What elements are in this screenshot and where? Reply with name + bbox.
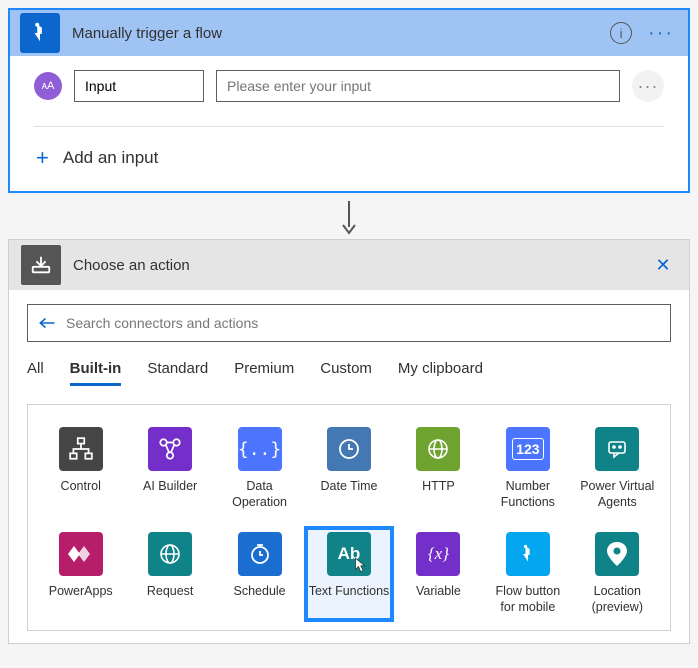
flow-arrow — [8, 197, 690, 239]
connector-label: Data Operation — [219, 479, 301, 510]
connector-label: Variable — [416, 584, 461, 600]
connector-panel: Control AI Builder {..} Data O — [27, 404, 671, 631]
search-box[interactable] — [27, 304, 671, 342]
trigger-card: Manually trigger a flow i ··· ᴀA ··· + A… — [8, 8, 690, 193]
http-icon — [416, 427, 460, 471]
connector-label: AI Builder — [143, 479, 197, 495]
input-name-field[interactable] — [74, 70, 204, 102]
connector-text-functions[interactable]: Ab Text Functions — [306, 528, 392, 619]
connector-label: Power Virtual Agents — [576, 479, 658, 510]
connector-number-functions[interactable]: 123 Number Functions — [485, 423, 571, 514]
schedule-icon — [238, 532, 282, 576]
connector-label: PowerApps — [49, 584, 113, 600]
text-type-icon: ᴀA — [34, 72, 62, 100]
connector-label: Date Time — [321, 479, 378, 495]
back-arrow-icon — [38, 315, 56, 331]
data-operation-icon: {..} — [238, 427, 282, 471]
input-value-field[interactable] — [216, 70, 620, 102]
plus-icon: + — [36, 145, 49, 171]
date-time-icon — [327, 427, 371, 471]
connector-label: Text Functions — [309, 584, 390, 600]
trigger-header: Manually trigger a flow i ··· — [10, 10, 688, 56]
number-functions-icon: 123 — [506, 427, 550, 471]
close-icon[interactable]: ✕ — [649, 255, 677, 276]
tab-my-clipboard[interactable]: My clipboard — [398, 360, 483, 386]
connector-label: Control — [61, 479, 101, 495]
action-icon — [21, 245, 61, 285]
action-title: Choose an action — [73, 257, 649, 274]
connector-label: Request — [147, 584, 194, 600]
connector-grid: Control AI Builder {..} Data O — [36, 423, 662, 620]
power-virtual-agents-icon — [595, 427, 639, 471]
variable-icon: {x} — [416, 532, 460, 576]
connector-powerapps[interactable]: PowerApps — [38, 528, 124, 619]
trigger-more-button[interactable]: ··· — [644, 22, 678, 45]
add-input-label: Add an input — [63, 148, 158, 168]
trigger-body: ᴀA ··· + Add an input — [10, 56, 688, 191]
add-input-button[interactable]: + Add an input — [34, 141, 664, 183]
connector-variable[interactable]: {x} Variable — [395, 528, 481, 619]
trigger-title: Manually trigger a flow — [72, 25, 610, 42]
powerapps-icon — [59, 532, 103, 576]
connector-data-operation[interactable]: {..} Data Operation — [217, 423, 303, 514]
connector-request[interactable]: Request — [127, 528, 213, 619]
input-row-more-button[interactable]: ··· — [632, 70, 664, 102]
connector-label: Schedule — [234, 584, 286, 600]
connector-ai-builder[interactable]: AI Builder — [127, 423, 213, 514]
request-icon — [148, 532, 192, 576]
connector-label: Flow button for mobile — [487, 584, 569, 615]
text-functions-icon: Ab — [327, 532, 371, 576]
input-row: ᴀA ··· — [34, 70, 664, 102]
tab-standard[interactable]: Standard — [147, 360, 208, 386]
connector-power-virtual-agents[interactable]: Power Virtual Agents — [574, 423, 660, 514]
action-card: Choose an action ✕ All Built-in Standard… — [8, 239, 690, 644]
connector-label: Number Functions — [487, 479, 569, 510]
connector-control[interactable]: Control — [38, 423, 124, 514]
connector-http[interactable]: HTTP — [395, 423, 481, 514]
connector-date-time[interactable]: Date Time — [306, 423, 392, 514]
tab-custom[interactable]: Custom — [320, 360, 372, 386]
connector-flow-button-mobile[interactable]: Flow button for mobile — [485, 528, 571, 619]
connector-label: HTTP — [422, 479, 455, 495]
flow-button-mobile-icon — [506, 532, 550, 576]
tab-built-in[interactable]: Built-in — [70, 360, 122, 386]
tab-premium[interactable]: Premium — [234, 360, 294, 386]
category-tabs: All Built-in Standard Premium Custom My … — [27, 360, 671, 386]
search-input[interactable] — [66, 315, 660, 331]
tab-all[interactable]: All — [27, 360, 44, 386]
connector-location-preview[interactable]: Location (preview) — [574, 528, 660, 619]
location-icon — [595, 532, 639, 576]
info-icon[interactable]: i — [610, 22, 632, 44]
connector-label: Location (preview) — [576, 584, 658, 615]
action-header: Choose an action ✕ — [9, 240, 689, 290]
action-body: All Built-in Standard Premium Custom My … — [9, 290, 689, 643]
control-icon — [59, 427, 103, 471]
divider — [34, 126, 664, 127]
trigger-icon — [20, 13, 60, 53]
connector-schedule[interactable]: Schedule — [217, 528, 303, 619]
ai-builder-icon — [148, 427, 192, 471]
